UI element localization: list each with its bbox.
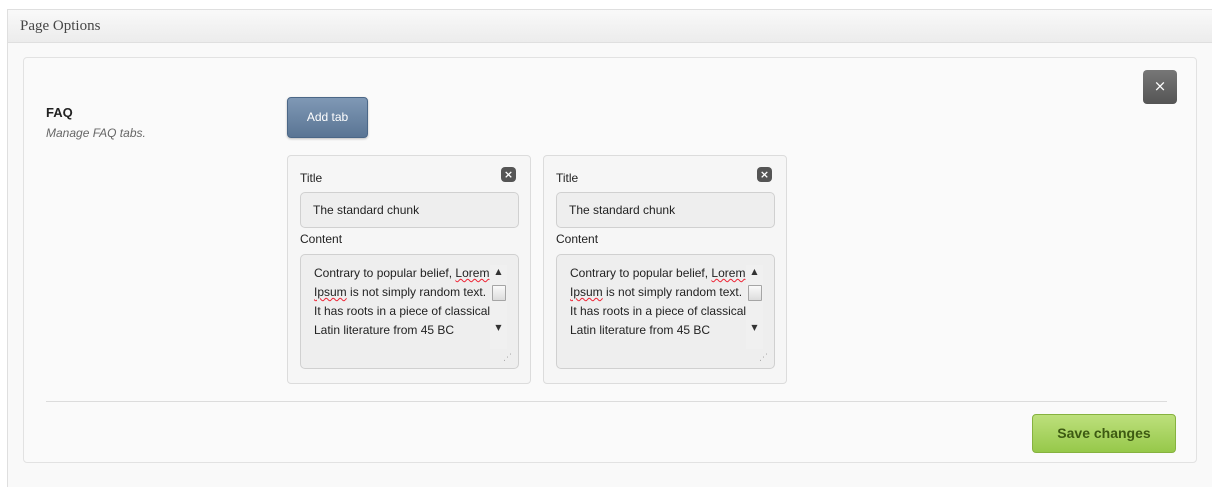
tab-content-text: Contrary to popular belief, Lorem Ipsum …: [570, 266, 747, 337]
scroll-thumb[interactable]: [492, 285, 506, 301]
faq-tab-2: Title × The standard chunk Content Contr…: [543, 155, 787, 384]
save-changes-button[interactable]: Save changes: [1032, 414, 1176, 453]
field-title: FAQ: [46, 105, 73, 120]
footer-divider: [46, 401, 1167, 402]
spellcheck-word: Lorem: [711, 266, 746, 280]
scroll-up-arrow-icon[interactable]: ▲: [490, 265, 507, 279]
tab-content-textarea[interactable]: Contrary to popular belief, Lorem Ipsum …: [300, 254, 519, 369]
scroll-down-arrow-icon[interactable]: ▼: [490, 321, 507, 335]
title-label: Title: [300, 171, 323, 185]
resize-grip-icon[interactable]: ⋰: [759, 353, 769, 363]
tab-title-input[interactable]: The standard chunk: [300, 192, 519, 228]
scroll-up-arrow-icon[interactable]: ▲: [746, 265, 763, 279]
tab-content-textarea[interactable]: Contrary to popular belief, Lorem Ipsum …: [556, 254, 775, 369]
tab-title-input[interactable]: The standard chunk: [556, 192, 775, 228]
close-icon: ×: [1153, 77, 1167, 95]
resize-grip-icon[interactable]: ⋰: [503, 353, 513, 363]
faq-options-card: × FAQ Manage FAQ tabs. Add tab Title × T…: [23, 57, 1197, 463]
content-scrollbar[interactable]: ▲ ▼: [490, 265, 507, 349]
panel-title: Page Options: [8, 10, 1212, 43]
content-label: Content: [556, 232, 599, 246]
scroll-down-arrow-icon[interactable]: ▼: [746, 321, 763, 335]
close-button[interactable]: ×: [1143, 70, 1177, 104]
remove-tab-icon[interactable]: ×: [757, 167, 772, 182]
spellcheck-word: Ipsum: [570, 285, 603, 299]
spellcheck-word: Lorem: [455, 266, 490, 280]
content-label: Content: [300, 232, 343, 246]
scroll-thumb[interactable]: [748, 285, 762, 301]
content-scrollbar[interactable]: ▲ ▼: [746, 265, 763, 349]
faq-tab-1: Title × The standard chunk Content Contr…: [287, 155, 531, 384]
title-label: Title: [556, 171, 579, 185]
add-tab-button[interactable]: Add tab: [287, 97, 368, 138]
tab-content-text: Contrary to popular belief, Lorem Ipsum …: [314, 266, 491, 337]
spellcheck-word: Ipsum: [314, 285, 347, 299]
field-description: Manage FAQ tabs.: [46, 126, 146, 140]
remove-tab-icon[interactable]: ×: [501, 167, 516, 182]
